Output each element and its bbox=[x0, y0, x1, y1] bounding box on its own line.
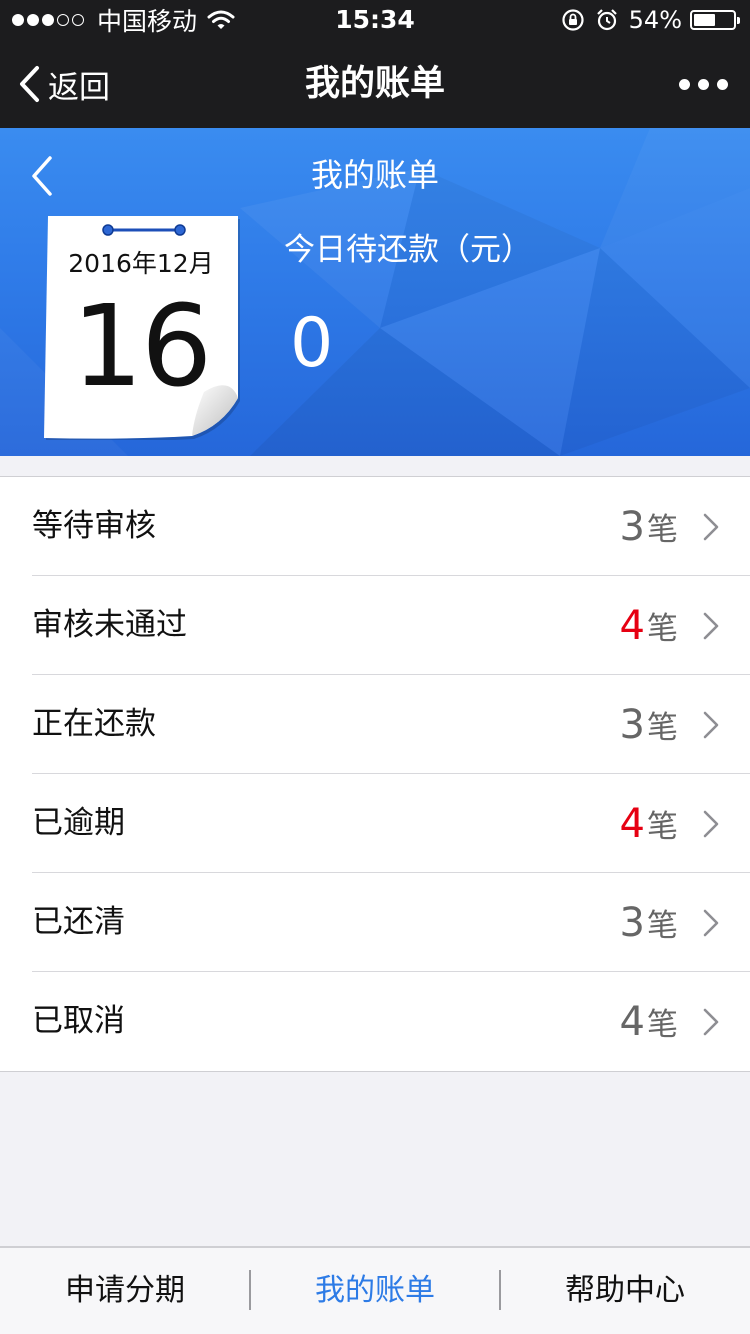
alarm-icon bbox=[596, 9, 617, 31]
tab-apply-installment[interactable]: 申请分期 bbox=[0, 1248, 250, 1334]
bill-status-row[interactable]: 已逾期 4 笔 bbox=[0, 774, 750, 873]
calendar-month: 2016年12月 bbox=[68, 249, 214, 278]
bill-count-number: 4 bbox=[619, 998, 645, 1045]
bill-status-label: 审核未通过 bbox=[32, 607, 187, 643]
more-dot-icon bbox=[698, 78, 709, 90]
more-menu-button[interactable] bbox=[671, 40, 728, 128]
chevron-right-icon bbox=[703, 513, 719, 541]
bill-count: 4笔 bbox=[620, 972, 678, 1071]
battery-percent: 54% bbox=[628, 6, 682, 34]
bill-count-unit: 笔 bbox=[647, 1007, 678, 1043]
bill-status-row[interactable]: 已还清 3 笔 bbox=[0, 873, 750, 972]
bill-status-label: 等待审核 bbox=[32, 508, 156, 544]
chevron-right-icon bbox=[703, 711, 719, 739]
status-bar: 中国移动 15:34 54% bbox=[0, 0, 750, 40]
calendar-day: 16 bbox=[71, 282, 213, 412]
due-today-amount: 0 bbox=[290, 304, 334, 383]
battery-icon bbox=[690, 10, 740, 30]
bill-status-row[interactable]: 已取消 4 笔 bbox=[0, 972, 750, 1071]
bill-status-label: 已逾期 bbox=[32, 805, 125, 841]
page-title: 我的账单 bbox=[304, 64, 445, 104]
bill-count-unit: 笔 bbox=[647, 611, 678, 647]
chevron-right-icon bbox=[703, 1008, 719, 1036]
due-today-label: 今日待还款（元） bbox=[284, 232, 532, 268]
bill-status-label: 正在还款 bbox=[32, 706, 156, 742]
rotation-lock-icon bbox=[562, 9, 584, 31]
bill-count-number: 3 bbox=[619, 503, 645, 550]
bill-header: 我的账单 2016年12月 16 今日待还款（元） 0 bbox=[0, 128, 750, 456]
bill-count: 4笔 bbox=[620, 774, 678, 873]
bill-count: 3笔 bbox=[620, 477, 678, 576]
bill-count-number: 3 bbox=[619, 701, 645, 748]
back-button[interactable]: 返回 bbox=[18, 40, 110, 128]
bill-count-number: 4 bbox=[619, 800, 645, 847]
chevron-right-icon bbox=[703, 810, 719, 838]
bill-count-number: 3 bbox=[619, 899, 645, 946]
tab-my-bills[interactable]: 我的账单 bbox=[250, 1248, 500, 1334]
navigation-bar: 返回 我的账单 bbox=[0, 40, 750, 128]
chevron-right-icon bbox=[703, 612, 719, 640]
chevron-left-icon bbox=[20, 66, 39, 102]
bill-count-number: 4 bbox=[619, 602, 645, 649]
bill-status-row[interactable]: 审核未通过 4 笔 bbox=[0, 576, 750, 675]
bill-status-label: 已还清 bbox=[32, 904, 125, 940]
bottom-tab-bar: 申请分期 我的账单 帮助中心 bbox=[0, 1246, 750, 1334]
chevron-right-icon bbox=[703, 909, 719, 937]
bill-count: 3笔 bbox=[620, 675, 678, 774]
status-right: 54% bbox=[561, 5, 740, 35]
bill-count-unit: 笔 bbox=[647, 710, 678, 746]
more-dot-icon bbox=[679, 78, 690, 90]
bill-count-unit: 笔 bbox=[647, 908, 678, 944]
more-dot-icon bbox=[717, 78, 728, 90]
bill-count: 4笔 bbox=[620, 576, 678, 675]
bill-status-list: 等待审核 3 笔审核未通过 4 笔正在还款 3 笔已逾期 4 笔已还清 3 笔已取消 4 笔 bbox=[0, 476, 750, 1072]
bill-status-label: 已取消 bbox=[32, 1003, 125, 1039]
back-label: 返回 bbox=[48, 69, 110, 106]
calendar-widget: 2016年12月 16 bbox=[44, 216, 240, 440]
bill-status-row[interactable]: 正在还款 3 笔 bbox=[0, 675, 750, 774]
battery-level bbox=[694, 14, 715, 26]
bill-count-unit: 笔 bbox=[647, 809, 678, 845]
bill-count: 3笔 bbox=[620, 873, 678, 972]
tab-help-center[interactable]: 帮助中心 bbox=[500, 1248, 750, 1334]
bill-status-row[interactable]: 等待审核 3 笔 bbox=[0, 477, 750, 576]
header-title: 我的账单 bbox=[310, 156, 439, 194]
bill-count-unit: 笔 bbox=[647, 512, 678, 548]
